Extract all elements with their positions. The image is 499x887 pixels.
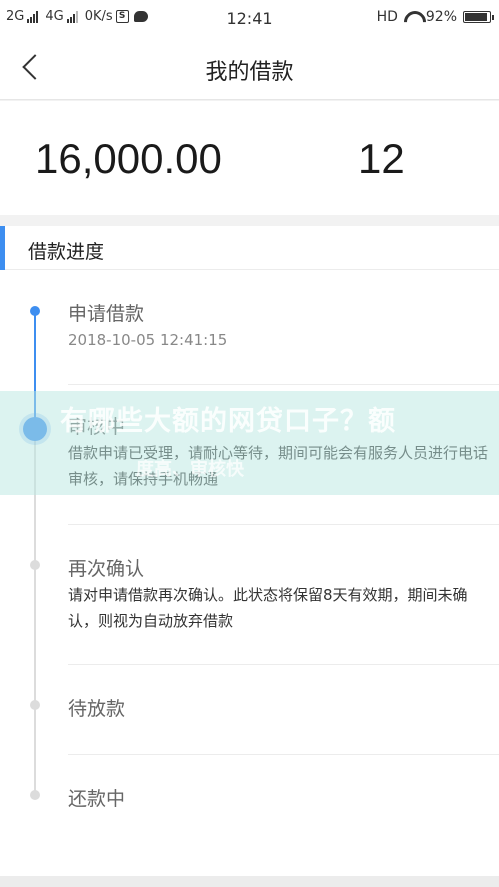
section-accent-bar	[0, 226, 5, 270]
step-desc-confirm: 请对申请借款再次确认。此状态将保留8天有效期，期间未确认，则视为自动放弃借款	[68, 586, 468, 630]
step-title-apply: 申请借款	[68, 303, 145, 325]
section-title: 借款进度	[28, 241, 105, 263]
step-divider	[68, 524, 499, 525]
loan-term-value: 12	[358, 135, 405, 182]
battery-icon	[463, 11, 494, 23]
bottom-strip	[0, 876, 499, 887]
step-title-confirm: 再次确认	[68, 558, 145, 580]
step-title-repaying: 还款中	[68, 788, 126, 810]
status-bar: 2G 4G 0K/s S 12:41 HD 92%	[0, 0, 499, 36]
hd-label: HD	[376, 9, 398, 25]
battery-percent: 92%	[425, 9, 457, 25]
step-title-disburse: 待放款	[68, 698, 126, 720]
step-divider	[68, 664, 499, 665]
loan-summary-card: 16,000.00 12	[0, 101, 499, 215]
timeline-dot-pending	[30, 560, 40, 570]
page-title: 我的借款	[205, 60, 294, 85]
section-header: 借款进度	[0, 226, 499, 270]
timeline-dot-pending	[30, 700, 40, 710]
timeline-dot-complete	[30, 306, 40, 316]
step-timestamp-apply: 2018-10-05 12:41:15	[68, 331, 228, 349]
watermark-headline: 有哪些大额的网贷口子？额	[60, 406, 396, 437]
watermark-subtext: 度高、审核快	[136, 459, 244, 480]
nav-bar: 我的借款	[0, 36, 499, 100]
step-divider	[68, 384, 499, 385]
loan-amount-value: 16,000.00	[35, 135, 222, 182]
step-divider	[68, 754, 499, 755]
status-right: HD 92%	[376, 9, 494, 25]
watermark-overlay: 有哪些大额的网贷口子？额 度高、审核快	[0, 391, 499, 495]
timeline-dot-pending	[30, 790, 40, 800]
wifi-icon	[404, 11, 420, 23]
loan-progress-section: 借款进度 申请借款 2018-10-05 12:41:15 审核中 借款申请已受…	[0, 226, 499, 876]
